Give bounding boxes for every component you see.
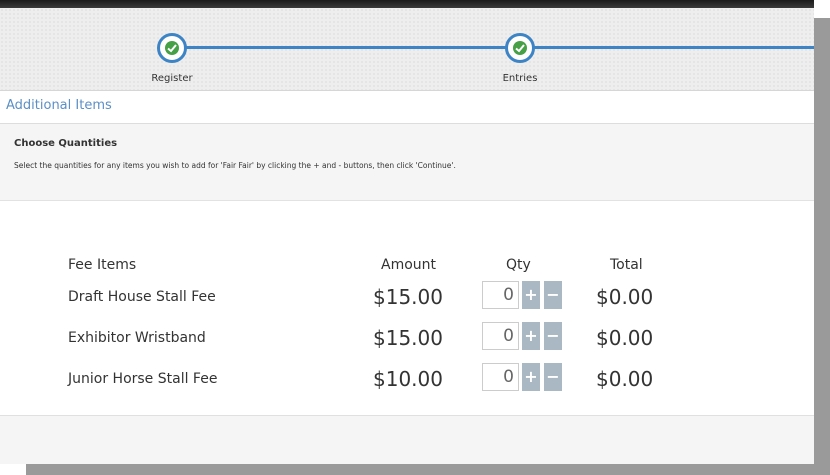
minus-button[interactable]: − (544, 363, 562, 391)
fee-item-total: $0.00 (596, 285, 654, 309)
fee-item-total: $0.00 (596, 326, 654, 350)
fee-item-name: Junior Horse Stall Fee (68, 371, 218, 387)
screen: Register Entries Additional Items Choose… (0, 0, 830, 475)
plus-button[interactable]: + (522, 363, 540, 391)
amount-header: Amount (381, 257, 437, 273)
fee-item-total: $0.00 (596, 367, 654, 391)
progress-stepper: Register Entries (0, 8, 814, 91)
top-bar (0, 0, 814, 8)
step-register-check-icon[interactable] (157, 33, 187, 63)
plus-button[interactable]: + (522, 281, 540, 309)
total-header: Total (610, 257, 643, 273)
minus-button[interactable]: − (544, 281, 562, 309)
choose-quantities-panel: Choose Quantities Select the quantities … (0, 124, 814, 201)
qty-header: Qty (506, 257, 531, 273)
fee-item-name: Draft House Stall Fee (68, 289, 216, 305)
minus-button[interactable]: − (544, 322, 562, 350)
window-shadow-bottom (26, 464, 830, 475)
step-entries-check-icon[interactable] (505, 33, 535, 63)
fee-item-amount: $15.00 (373, 285, 443, 309)
plus-button[interactable]: + (522, 322, 540, 350)
qty-input[interactable]: 0 (482, 363, 519, 391)
section-title: Additional Items (6, 98, 112, 113)
stepper-line (172, 46, 814, 49)
registration-window: Register Entries Additional Items Choose… (0, 0, 814, 464)
fee-item-amount: $15.00 (373, 326, 443, 350)
qty-input[interactable]: 0 (482, 322, 519, 350)
fee-item-amount: $10.00 (373, 367, 443, 391)
step-entries-label: Entries (502, 73, 538, 84)
choose-quantities-description: Select the quantities for any items you … (14, 161, 456, 170)
fee-item-name: Exhibitor Wristband (68, 330, 206, 346)
qty-input[interactable]: 0 (482, 281, 519, 309)
step-register-label: Register (151, 73, 193, 84)
fee-items-header: Fee Items (68, 257, 137, 273)
window-shadow-right (814, 18, 830, 475)
choose-quantities-title: Choose Quantities (14, 138, 118, 149)
fee-items-table: Fee Items Amount Qty Total Draft House S… (0, 201, 814, 416)
footer-area (0, 416, 814, 464)
section-header: Additional Items (0, 91, 814, 124)
